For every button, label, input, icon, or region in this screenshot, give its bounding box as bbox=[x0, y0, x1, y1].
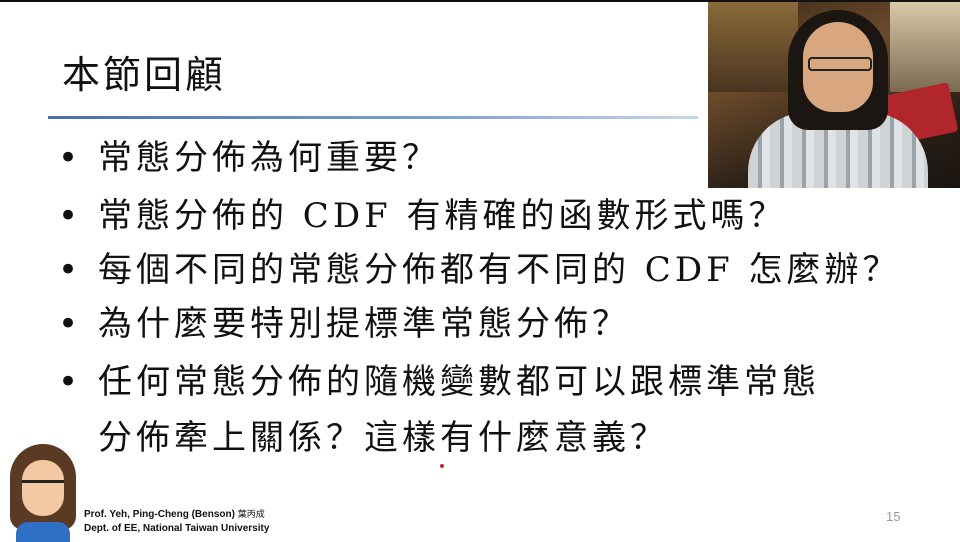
bullet-item: • 任何常態分佈的隨機變數都可以跟標準常態 分佈牽上關係？這樣有什麼意義？ bbox=[58, 357, 958, 463]
laser-pointer-dot bbox=[440, 464, 444, 468]
bullet-marker: • bbox=[58, 362, 83, 402]
bullet-text: 常態分佈的 CDF 有精確的函數形式嗎？ bbox=[98, 196, 787, 236]
presenter-glasses bbox=[808, 57, 872, 71]
bullet-text: 任何常態分佈的隨機變數都可以跟標準常態 bbox=[98, 362, 820, 402]
background-shelf bbox=[708, 2, 798, 92]
background-shelf-right bbox=[890, 2, 960, 92]
presenter-webcam-video bbox=[708, 2, 960, 188]
bullet-item: • 每個不同的常態分佈都有不同的 CDF 怎麼辦？ bbox=[58, 245, 958, 295]
bullet-text: 為什麼要特別提標準常態分佈？ bbox=[98, 304, 630, 344]
avatar-body bbox=[16, 522, 70, 542]
author-name-line: Prof. Yeh, Ping-Cheng (Benson) 葉丙成 bbox=[84, 508, 269, 522]
title-underline bbox=[48, 116, 698, 119]
author-credit: Prof. Yeh, Ping-Cheng (Benson) 葉丙成 Dept.… bbox=[84, 508, 269, 535]
author-department: Dept. of EE, National Taiwan University bbox=[84, 523, 270, 534]
author-name: Prof. Yeh, Ping-Cheng (Benson) bbox=[84, 509, 235, 520]
slide-title: 本節回顧 bbox=[62, 53, 227, 97]
page-number: 15 bbox=[886, 509, 901, 524]
author-avatar bbox=[4, 440, 82, 542]
bullet-item: • 為什麼要特別提標準常態分佈？ bbox=[58, 299, 958, 349]
bullet-marker: • bbox=[58, 304, 83, 344]
bullet-text: 每個不同的常態分佈都有不同的 CDF 怎麼辦？ bbox=[98, 250, 901, 290]
author-signature: 葉丙成 bbox=[237, 510, 265, 520]
bullet-marker: • bbox=[58, 138, 83, 178]
bullet-marker: • bbox=[58, 250, 83, 290]
bullet-text-continuation: 分佈牽上關係？這樣有什麼意義？ bbox=[98, 418, 668, 458]
avatar-glasses bbox=[22, 480, 64, 493]
bullet-item: • 常態分佈的 CDF 有精確的函數形式嗎？ bbox=[58, 191, 958, 241]
bullet-marker: • bbox=[58, 196, 83, 236]
